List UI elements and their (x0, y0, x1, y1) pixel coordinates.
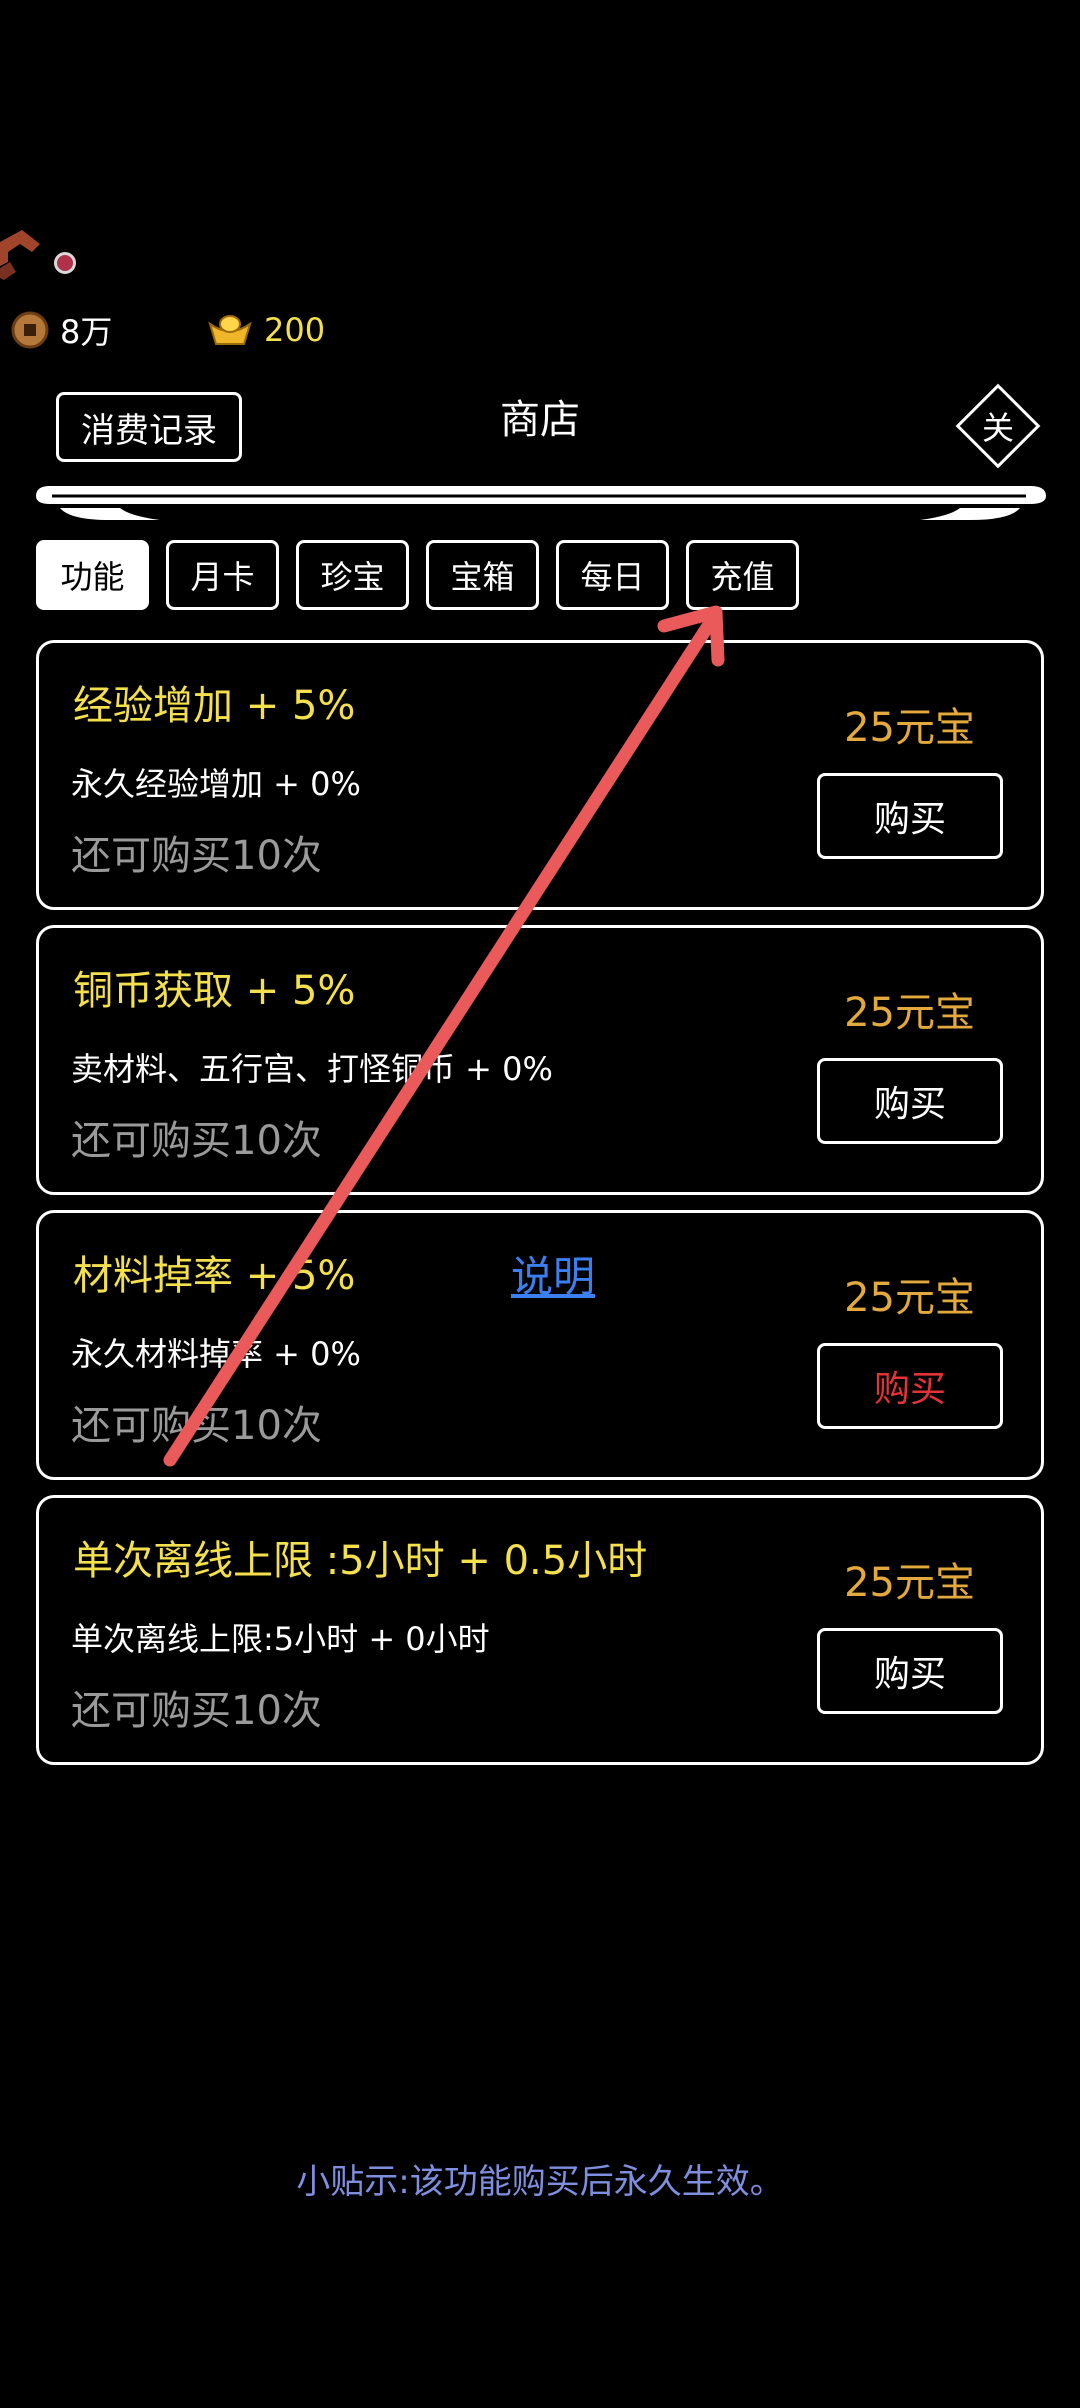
cloud-divider (36, 486, 1046, 520)
gold-ingot-amount: 200 (264, 311, 326, 349)
item-price: 25元宝 (844, 705, 975, 751)
gold-ingot-balance: 200 (206, 306, 325, 354)
shop-item-card: 经验增加 + 5% 永久经验增加 + 0% 还可购买10次 25元宝 购买 (36, 640, 1044, 910)
copper-coin-amount: 8万 (60, 313, 113, 351)
tab-recharge[interactable]: 充值 (686, 540, 799, 610)
shop-tabs: 功能 月卡 珍宝 宝箱 每日 充值 (36, 540, 799, 610)
buy-button[interactable]: 购买 (817, 773, 1003, 859)
tab-monthly-card[interactable]: 月卡 (166, 540, 279, 610)
item-description: 永久经验增加 + 0% (71, 765, 361, 803)
tab-treasure[interactable]: 珍宝 (296, 540, 409, 610)
buy-button[interactable]: 购买 (817, 1628, 1003, 1714)
tab-chest[interactable]: 宝箱 (426, 540, 539, 610)
buy-button[interactable]: 购买 (817, 1343, 1003, 1429)
notification-dot (54, 252, 76, 274)
shop-item-card: 铜币获取 + 5% 卖材料、五行宫、打怪铜币 + 0% 还可购买10次 25元宝… (36, 925, 1044, 1195)
copper-coin-icon (11, 311, 49, 349)
item-title: 单次离线上限 :5小时 + 0.5小时 (73, 1538, 648, 1584)
item-remaining: 还可购买10次 (71, 1688, 322, 1734)
item-remaining: 还可购买10次 (71, 833, 322, 879)
item-title: 材料掉率 + 5% (73, 1253, 356, 1299)
item-description: 卖材料、五行宫、打怪铜币 + 0% (71, 1050, 553, 1088)
item-remaining: 还可购买10次 (71, 1118, 322, 1164)
gold-ingot-icon (208, 315, 252, 345)
item-price: 25元宝 (844, 1560, 975, 1606)
spending-record-button[interactable]: 消费记录 (56, 392, 242, 462)
copper-coin-balance: 8万 (10, 306, 112, 354)
item-remaining: 还可购买10次 (71, 1403, 322, 1449)
tip-text: 小贴示:该功能购买后永久生效。 (296, 2162, 784, 2202)
annotation-arrow-icon (163, 605, 725, 1467)
page-title: 商店 (500, 397, 580, 443)
close-label: 关 (981, 409, 1014, 447)
item-price: 25元宝 (844, 990, 975, 1036)
tab-function[interactable]: 功能 (36, 540, 149, 610)
tab-daily[interactable]: 每日 (556, 540, 669, 610)
item-title: 经验增加 + 5% (73, 683, 356, 729)
item-description: 永久材料掉率 + 0% (71, 1335, 361, 1373)
item-description: 单次离线上限:5小时 + 0小时 (71, 1620, 490, 1658)
close-button[interactable]: 关 (955, 383, 1041, 469)
shop-item-card: 单次离线上限 :5小时 + 0.5小时 单次离线上限:5小时 + 0小时 还可购… (36, 1495, 1044, 1765)
buy-button[interactable]: 购买 (817, 1058, 1003, 1144)
item-price: 25元宝 (844, 1275, 975, 1321)
explain-link[interactable]: 说明 (511, 1243, 595, 1304)
shop-item-card: 材料掉率 + 5% 说明 永久材料掉率 + 0% 还可购买10次 25元宝 购买 (36, 1210, 1044, 1480)
character-icon[interactable] (0, 222, 44, 286)
item-title: 铜币获取 + 5% (73, 968, 356, 1014)
